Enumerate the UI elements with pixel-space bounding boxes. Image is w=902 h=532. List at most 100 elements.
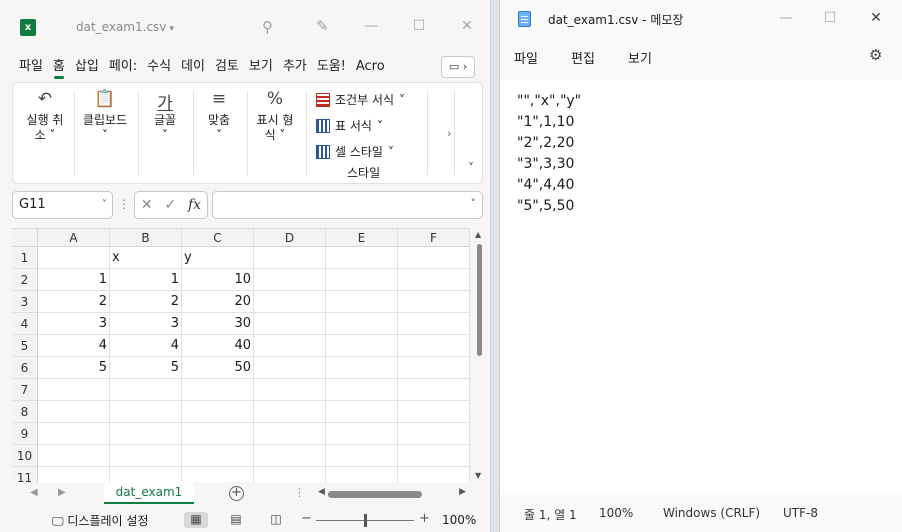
page-break-view-icon[interactable]: ◫ [264, 512, 288, 528]
table-cell[interactable] [398, 335, 470, 357]
table-cell[interactable] [38, 423, 110, 445]
alignment-button[interactable]: ≡ 맞춤 ˅ [199, 89, 239, 143]
row-header[interactable]: 7 [12, 379, 38, 401]
table-cell[interactable] [398, 379, 470, 401]
scroll-up-icon[interactable]: ▲ [475, 230, 481, 239]
table-cell[interactable] [38, 445, 110, 467]
font-button[interactable]: 가 글꼴 ˅ [145, 89, 185, 143]
column-header[interactable]: F [398, 229, 470, 247]
column-header[interactable]: E [326, 229, 398, 247]
table-cell[interactable] [182, 445, 254, 467]
close-button[interactable]: ✕ [866, 8, 886, 28]
table-cell[interactable]: 20 [182, 291, 254, 313]
table-cell[interactable]: 50 [182, 357, 254, 379]
table-cell[interactable] [398, 445, 470, 467]
cancel-icon[interactable]: ✕ [141, 197, 153, 213]
scroll-thumb[interactable] [328, 491, 422, 498]
table-cell[interactable] [326, 467, 398, 482]
search-icon[interactable]: ⚲ [262, 18, 280, 36]
tab-review[interactable]: 검토 [210, 56, 244, 78]
table-cell[interactable] [38, 467, 110, 482]
table-cell[interactable] [254, 269, 326, 291]
column-header[interactable]: A [38, 229, 110, 247]
cell-style-button[interactable]: 셀 스타일 ˅ [316, 143, 394, 160]
table-cell[interactable]: 3 [110, 313, 182, 335]
table-cell[interactable]: 2 [38, 291, 110, 313]
tab-view[interactable]: 보기 [244, 56, 278, 78]
insert-function-icon[interactable]: fx [188, 197, 201, 213]
column-header[interactable]: B [110, 229, 182, 247]
tab-data[interactable]: 데이 [176, 56, 210, 78]
table-cell[interactable]: 5 [110, 357, 182, 379]
chevron-down-icon[interactable]: ˅ [471, 197, 477, 210]
table-cell[interactable] [398, 269, 470, 291]
row-header[interactable]: 6 [12, 357, 38, 379]
zoom-in-icon[interactable]: + [419, 511, 430, 526]
menu-edit[interactable]: 편집 [571, 48, 595, 67]
table-cell[interactable] [254, 247, 326, 269]
table-cell[interactable] [326, 379, 398, 401]
excel-filename[interactable]: dat_exam1.csv ▾ [76, 20, 174, 34]
table-cell[interactable] [398, 291, 470, 313]
zoom-level[interactable]: 100% [442, 513, 476, 527]
table-cell[interactable] [254, 291, 326, 313]
column-header[interactable]: C [182, 229, 254, 247]
more-icon[interactable]: ⋮ [118, 197, 130, 211]
vertical-scrollbar[interactable]: ▲ ▼ [474, 228, 484, 482]
tab-home[interactable]: 홈 [48, 56, 70, 79]
number-format-button[interactable]: % 표시 형 식 ˅ [251, 89, 299, 143]
display-settings-button[interactable]: 🖵 디스플레이 설정 [52, 512, 149, 529]
table-cell[interactable] [326, 357, 398, 379]
maximize-button[interactable]: ☐ [409, 16, 429, 36]
table-cell[interactable] [254, 445, 326, 467]
table-cell[interactable] [254, 335, 326, 357]
table-cell[interactable] [254, 467, 326, 482]
row-header[interactable]: 2 [12, 269, 38, 291]
enter-icon[interactable]: ✓ [164, 197, 176, 213]
scroll-right-icon[interactable]: ▶ [459, 487, 466, 497]
tab-formulas[interactable]: 수식 [142, 56, 176, 78]
table-cell[interactable] [326, 313, 398, 335]
table-cell[interactable]: 10 [182, 269, 254, 291]
table-cell[interactable] [254, 357, 326, 379]
table-cell[interactable] [326, 423, 398, 445]
minimize-button[interactable]: — [361, 16, 381, 36]
table-cell[interactable] [182, 467, 254, 482]
row-header[interactable]: 11 [12, 467, 38, 482]
table-cell[interactable] [110, 467, 182, 482]
add-sheet-icon[interactable]: + [229, 486, 244, 501]
table-cell[interactable] [326, 269, 398, 291]
sheet-next-icon[interactable]: ▶ [58, 487, 66, 498]
table-cell[interactable] [254, 423, 326, 445]
copilot-wand-icon[interactable]: ✎ [316, 17, 334, 35]
table-cell[interactable] [254, 401, 326, 423]
minimize-button[interactable]: — [776, 8, 796, 28]
scroll-left-icon[interactable]: ◀ [318, 487, 325, 497]
row-header[interactable]: 3 [12, 291, 38, 313]
row-header[interactable]: 8 [12, 401, 38, 423]
table-cell[interactable] [326, 445, 398, 467]
table-cell[interactable] [326, 247, 398, 269]
table-cell[interactable] [38, 379, 110, 401]
table-cell[interactable]: y [182, 247, 254, 269]
table-cell[interactable] [182, 379, 254, 401]
comment-button[interactable]: ▭ › [441, 56, 475, 78]
sheet-tab[interactable]: dat_exam1 [104, 482, 194, 504]
close-button[interactable]: ✕ [457, 16, 477, 36]
table-cell[interactable] [254, 313, 326, 335]
table-cell[interactable] [182, 401, 254, 423]
table-cell[interactable] [398, 423, 470, 445]
table-cell[interactable]: 5 [38, 357, 110, 379]
column-header[interactable]: D [254, 229, 326, 247]
table-cell[interactable] [110, 401, 182, 423]
conditional-format-button[interactable]: 조건부 서식 ˅ [316, 91, 405, 108]
tab-help[interactable]: 도움! [312, 56, 351, 78]
page-layout-view-icon[interactable]: ▤ [224, 512, 248, 528]
ribbon-expand-icon[interactable]: ˅ [468, 161, 474, 175]
table-cell[interactable] [398, 313, 470, 335]
row-header[interactable]: 9 [12, 423, 38, 445]
notepad-text-area[interactable]: "","x","y" "1",1,10 "2",2,20 "3",3,30 "4… [500, 80, 902, 495]
table-cell[interactable]: 2 [110, 291, 182, 313]
sheet-prev-icon[interactable]: ◀ [30, 487, 38, 498]
settings-gear-icon[interactable]: ⚙ [869, 46, 882, 64]
